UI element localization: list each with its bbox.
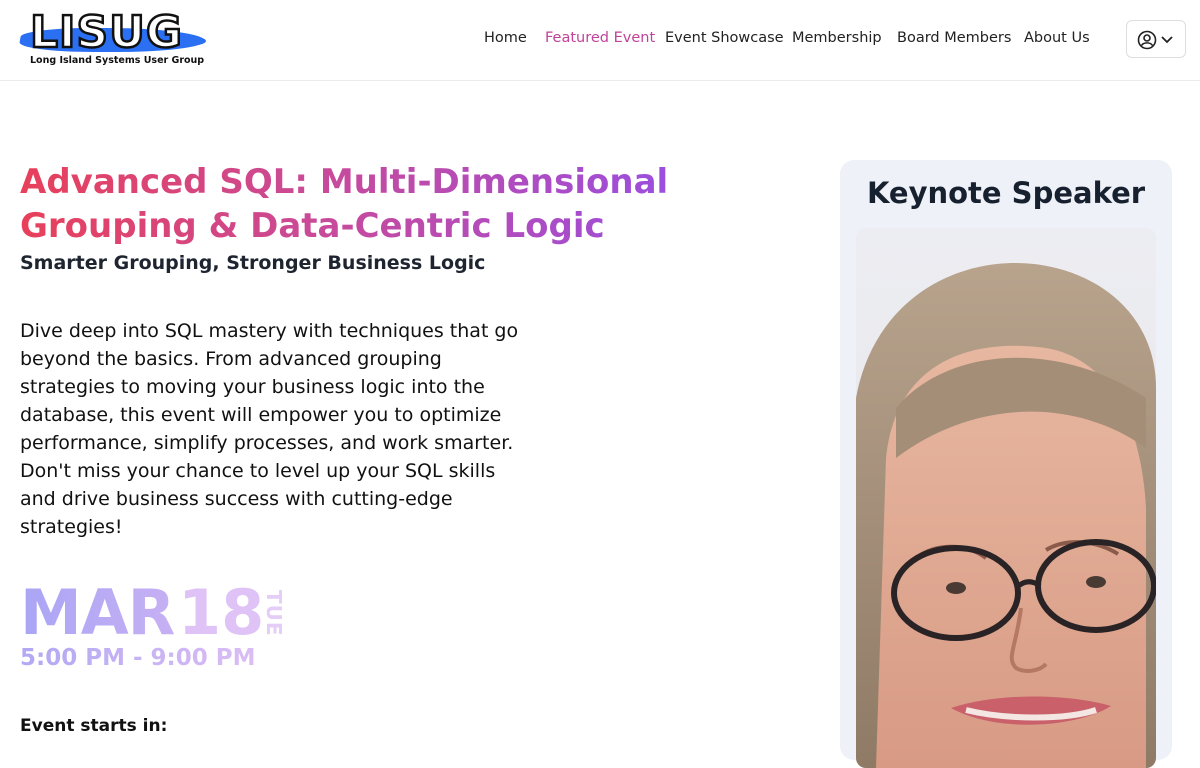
event-time: 5:00 PM - 9:00 PM (20, 645, 256, 671)
speaker-portrait-illustration (856, 263, 1156, 768)
speaker-photo (856, 228, 1156, 768)
site-header: LISUG Long Island Systems User Group Hom… (0, 0, 1200, 81)
nav-home[interactable]: Home (484, 30, 527, 46)
event-day: 18 (178, 576, 265, 649)
user-circle-icon (1137, 30, 1173, 50)
speaker-heading: Keynote Speaker (866, 176, 1146, 210)
keynote-speaker-card: Keynote Speaker (840, 160, 1172, 768)
nav-event-showcase[interactable]: Event Showcase (665, 30, 784, 46)
nav-membership[interactable]: Membership (792, 30, 882, 46)
nav-about-us[interactable]: About Us (1024, 30, 1090, 46)
nav-board-members[interactable]: Board Members (897, 30, 1011, 46)
event-subtitle: Smarter Grouping, Stronger Business Logi… (20, 252, 486, 274)
logo-subtitle: Long Island Systems User Group (30, 55, 205, 66)
logo-wordmark: LISUG (29, 6, 183, 59)
chevron-down-icon (1161, 36, 1173, 44)
nav-featured-event[interactable]: Featured Event (545, 30, 655, 46)
event-description: Dive deep into SQL mastery with techniqu… (20, 320, 519, 538)
countdown-label: Event starts in: (20, 716, 168, 736)
event-weekday: TUE (262, 590, 286, 637)
event-month: MAR (20, 576, 175, 649)
user-menu-button[interactable] (1126, 20, 1186, 58)
event-title: Advanced SQL: Multi-Dimensional Grouping… (20, 160, 680, 248)
site-logo[interactable]: LISUG Long Island Systems User Group (17, 6, 218, 72)
